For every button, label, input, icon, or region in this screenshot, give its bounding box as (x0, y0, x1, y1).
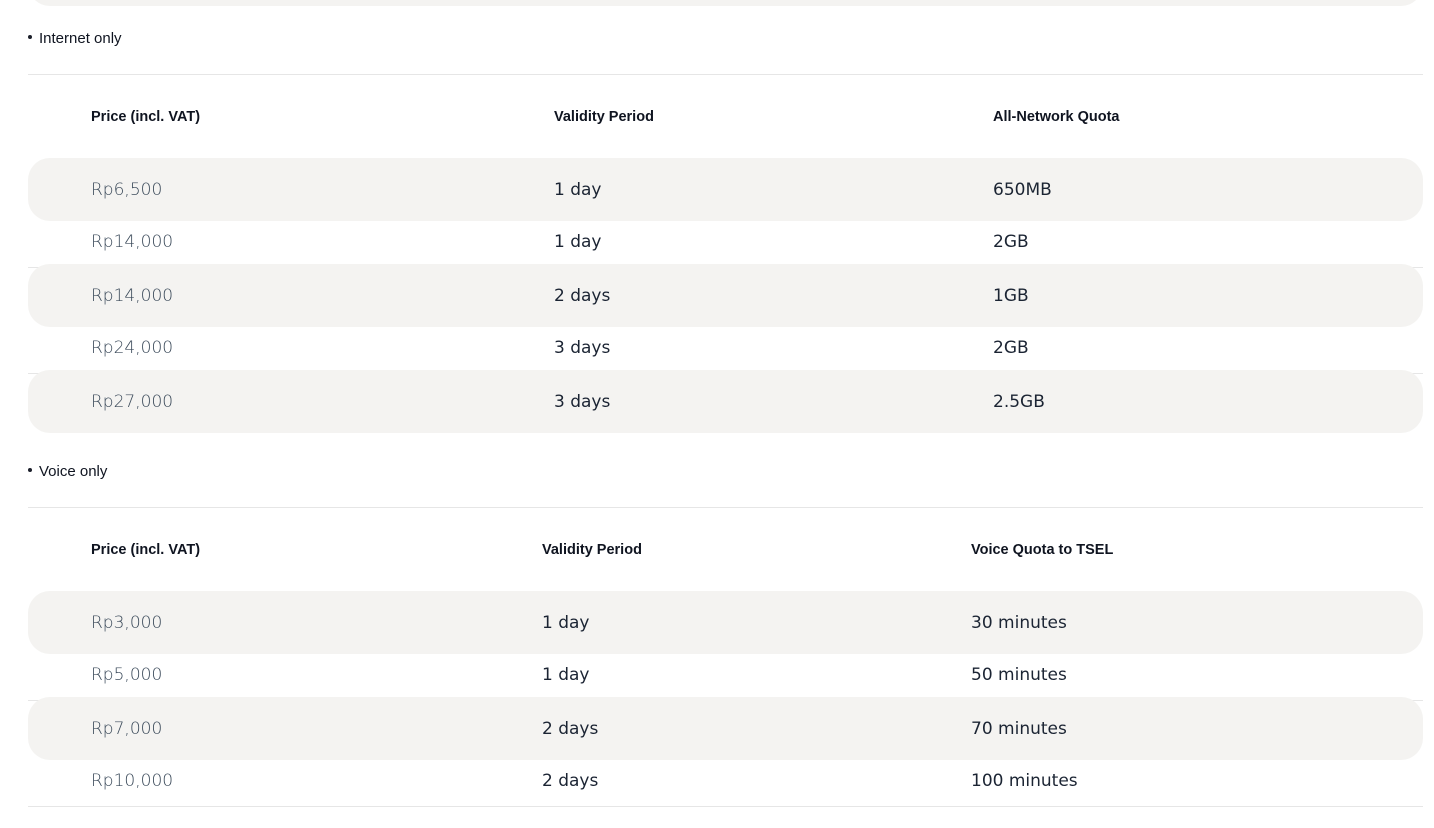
cell-quota: 30 minutes (971, 612, 1067, 633)
table-row: Rp5,000 1 day 50 minutes (28, 650, 1423, 701)
cell-price: Rp24,000 (91, 338, 174, 358)
cell-quota: 2GB (993, 338, 1029, 358)
table-row: Rp6,500 1 day 650MB (28, 158, 1423, 221)
table-body: Rp3,000 1 day 30 minutes Rp5,000 1 day 5… (28, 591, 1423, 807)
cell-quota: 650MB (993, 179, 1052, 200)
table-row: Rp14,000 1 day 2GB (28, 217, 1423, 268)
table-row: Rp24,000 3 days 2GB (28, 323, 1423, 374)
cell-price: Rp7,000 (91, 718, 163, 739)
cell-validity: 3 days (554, 391, 611, 412)
table-body: Rp6,500 1 day 650MB Rp14,000 1 day 2GB R… (28, 158, 1423, 433)
header-price: Price (incl. VAT) (91, 109, 201, 125)
cell-price: Rp14,000 (91, 285, 174, 306)
table-header: Price (incl. VAT) Validity Period All-Ne… (28, 75, 1423, 158)
section-title: Internet only (28, 29, 122, 49)
cell-quota: 50 minutes (971, 665, 1067, 685)
header-validity: Validity Period (554, 109, 654, 125)
internet-packages-table: Price (incl. VAT) Validity Period All-Ne… (28, 74, 1423, 433)
table-row: Rp7,000 2 days 70 minutes (28, 697, 1423, 760)
cell-price: Rp3,000 (91, 612, 163, 633)
cell-validity: 1 day (554, 179, 602, 200)
voice-packages-table: Price (incl. VAT) Validity Period Voice … (28, 507, 1423, 807)
cell-validity: 2 days (554, 285, 611, 306)
cell-validity: 2 days (542, 771, 599, 791)
bullet-icon (28, 35, 32, 40)
section-title-text: Voice only (39, 463, 108, 480)
bullet-icon (28, 468, 32, 473)
cell-quota: 70 minutes (971, 718, 1067, 739)
cell-quota: 100 minutes (971, 771, 1078, 791)
cell-quota: 1GB (993, 285, 1029, 306)
cell-price: Rp27,000 (91, 391, 174, 412)
previous-table-row-edge (28, 0, 1423, 6)
cell-price: Rp5,000 (91, 665, 163, 685)
cell-price: Rp10,000 (91, 771, 174, 791)
table-row: Rp10,000 2 days 100 minutes (28, 756, 1423, 807)
section-title: Voice only (28, 462, 107, 482)
cell-validity: 1 day (554, 232, 602, 252)
cell-validity: 3 days (554, 338, 611, 358)
cell-validity: 1 day (542, 612, 590, 633)
cell-price: Rp6,500 (91, 179, 163, 200)
header-quota: Voice Quota to TSEL (971, 542, 1114, 558)
table-row: Rp27,000 3 days 2.5GB (28, 370, 1423, 433)
table-header: Price (incl. VAT) Validity Period Voice … (28, 508, 1423, 591)
table-row: Rp14,000 2 days 1GB (28, 264, 1423, 327)
header-quota: All-Network Quota (993, 109, 1120, 125)
cell-validity: 2 days (542, 718, 599, 739)
cell-quota: 2GB (993, 232, 1029, 252)
header-price: Price (incl. VAT) (91, 542, 201, 558)
cell-quota: 2.5GB (993, 391, 1045, 412)
cell-price: Rp14,000 (91, 232, 174, 252)
cell-validity: 1 day (542, 665, 590, 685)
table-row: Rp3,000 1 day 30 minutes (28, 591, 1423, 654)
section-title-text: Internet only (39, 30, 122, 47)
header-validity: Validity Period (542, 542, 642, 558)
